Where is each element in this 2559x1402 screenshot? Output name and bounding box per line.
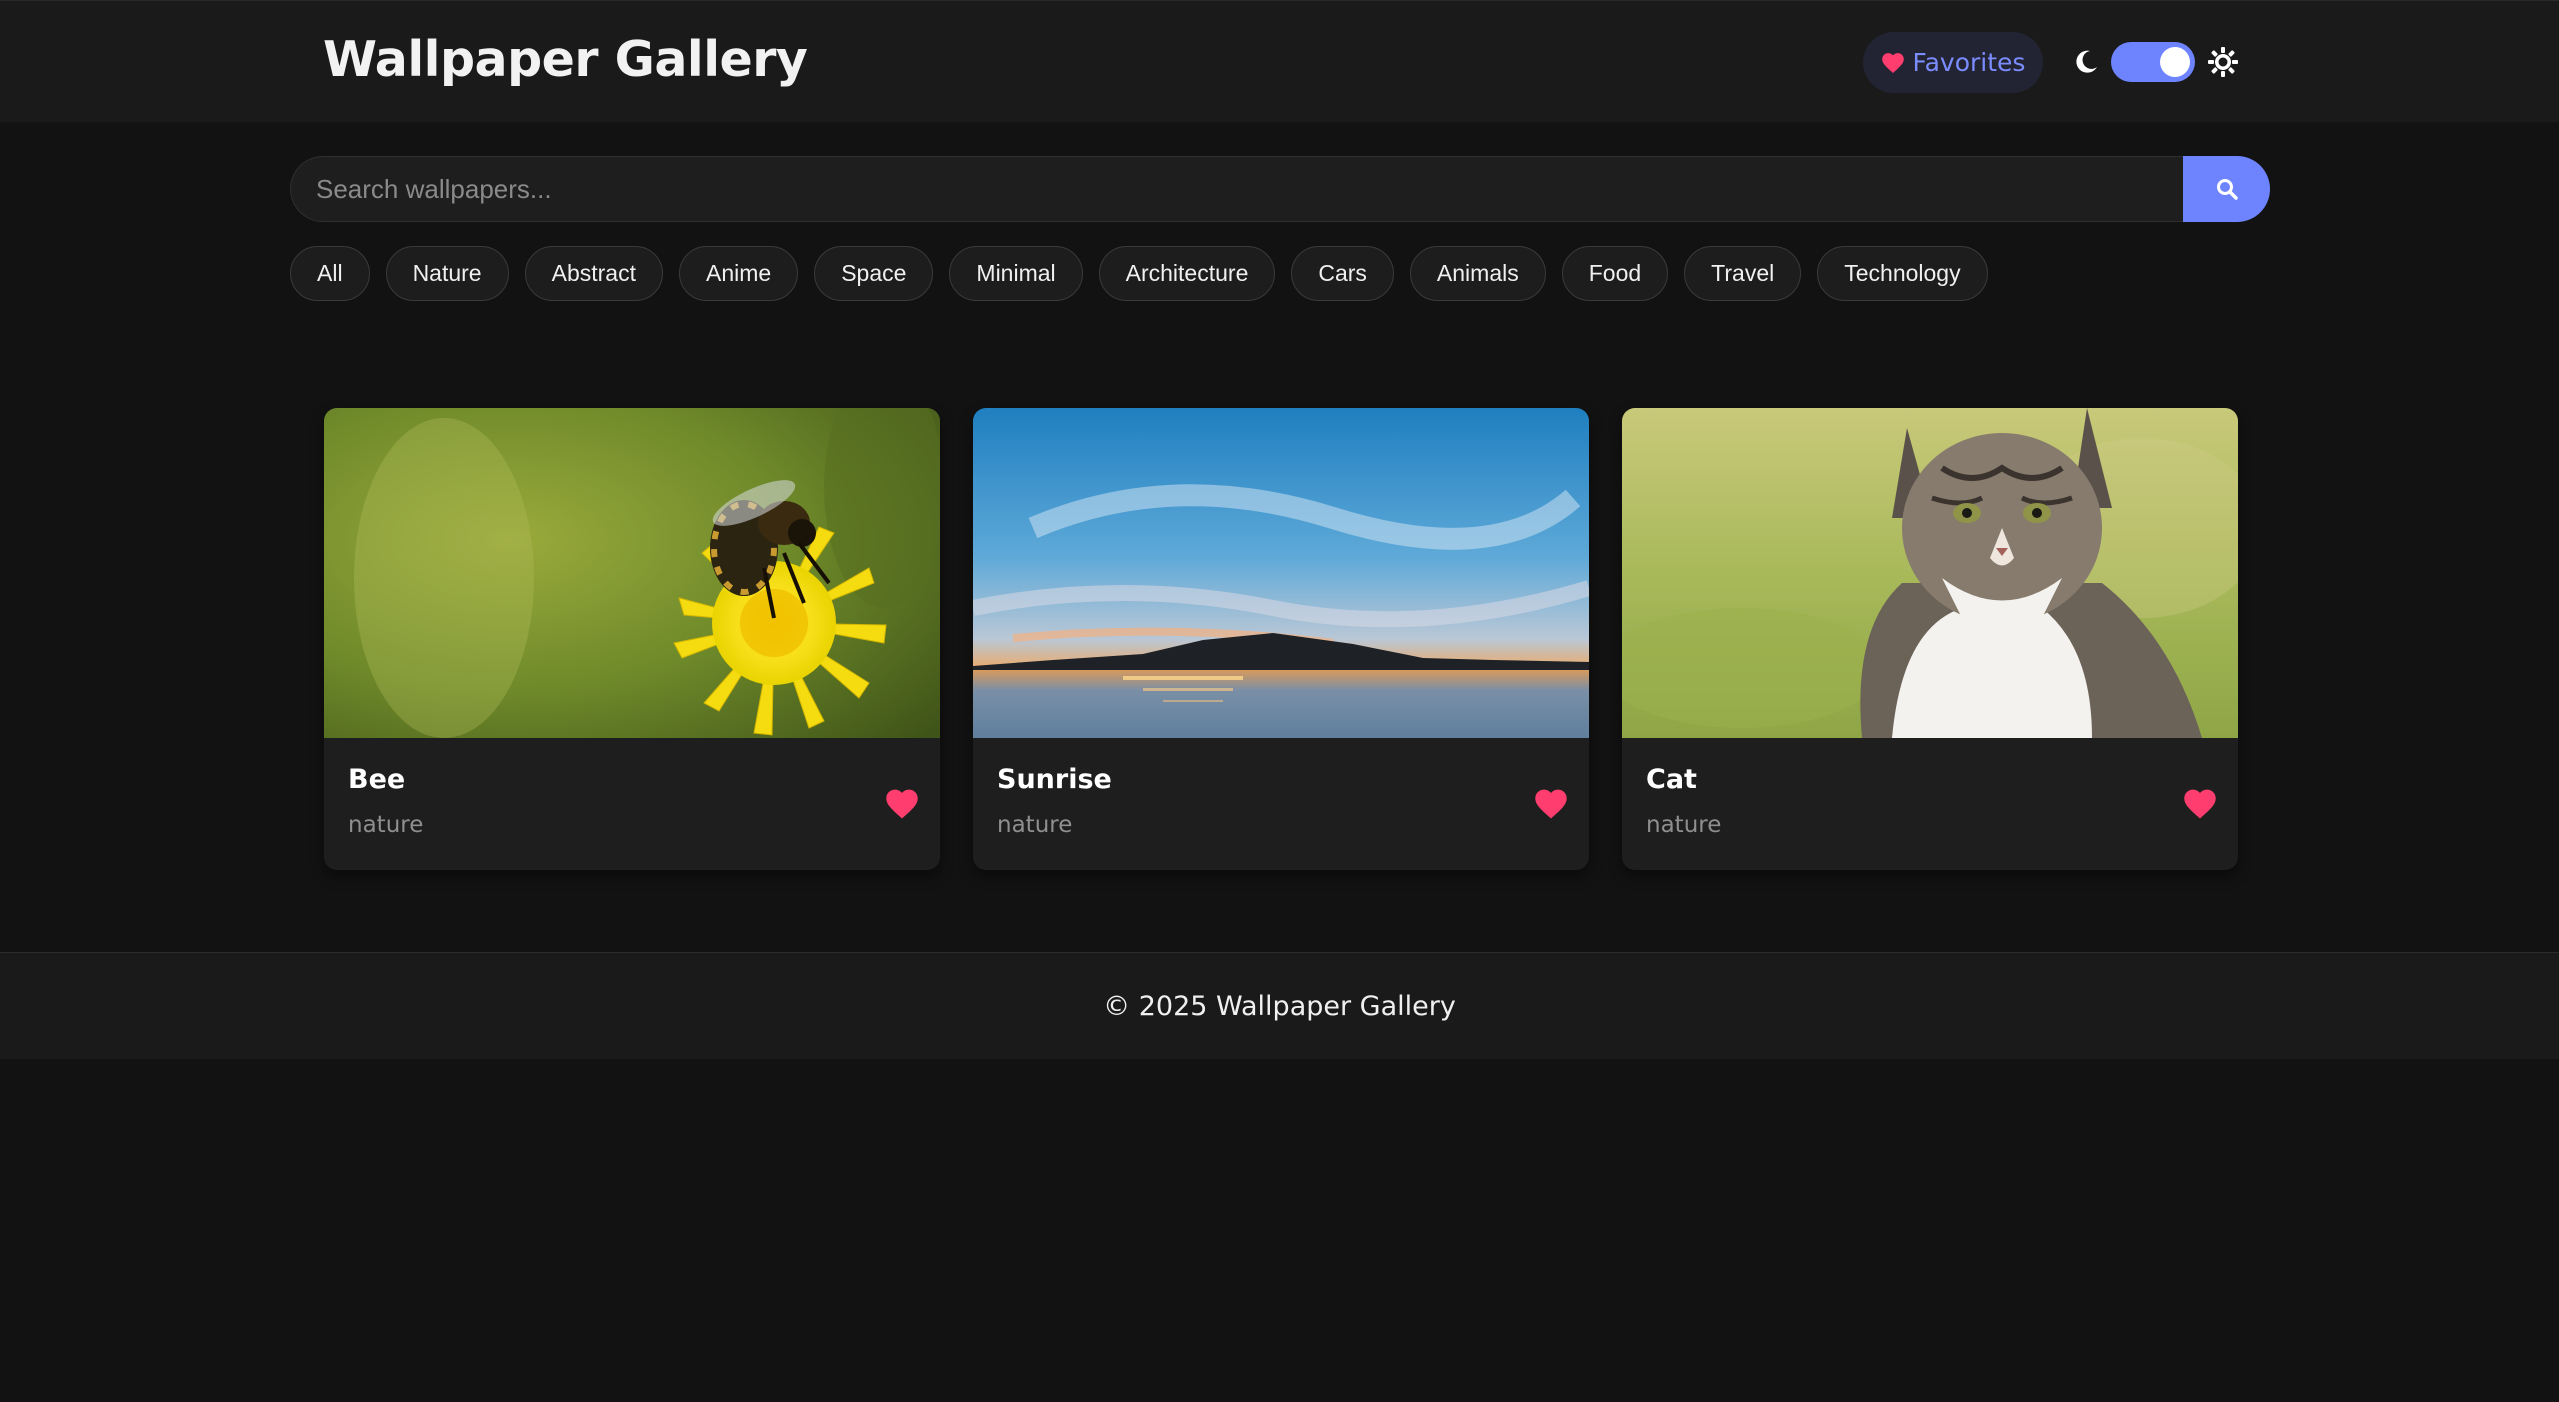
heart-icon[interactable]: [1533, 788, 1569, 820]
toggle-knob: [2160, 47, 2190, 77]
moon-icon: [2076, 50, 2097, 73]
category-chip-travel[interactable]: Travel: [1684, 246, 1802, 301]
wallpaper-grid: Bee nature Sunrise nature Cat nature: [324, 408, 2238, 870]
wallpaper-image-bee[interactable]: [324, 408, 940, 738]
category-chip-technology[interactable]: Technology: [1817, 246, 1988, 301]
card-title: Cat: [1646, 764, 1697, 795]
wallpaper-image-sunrise[interactable]: [973, 408, 1589, 738]
heart-icon: [1881, 52, 1904, 73]
wallpaper-card-bee[interactable]: Bee nature: [324, 408, 940, 870]
category-chip-space[interactable]: Space: [814, 246, 934, 301]
footer-copyright: © 2025 Wallpaper Gallery: [1103, 990, 1456, 1022]
favorites-label: Favorites: [1912, 48, 2026, 77]
card-title: Sunrise: [997, 764, 1112, 795]
category-chip-abstract[interactable]: Abstract: [524, 246, 663, 301]
wallpaper-image-cat[interactable]: [1622, 408, 2238, 738]
category-chip-nature[interactable]: Nature: [385, 246, 509, 301]
category-chip-cars[interactable]: Cars: [1291, 246, 1394, 301]
category-chip-animals[interactable]: Animals: [1409, 246, 1546, 301]
theme-toggle[interactable]: [2111, 42, 2195, 82]
category-chip-anime[interactable]: Anime: [678, 246, 799, 301]
heart-icon[interactable]: [2182, 788, 2218, 820]
category-filters: All Nature Abstract Anime Space Minimal …: [290, 246, 1988, 301]
page-footer: © 2025 Wallpaper Gallery: [0, 952, 2559, 1059]
search-input[interactable]: [290, 156, 2184, 222]
favorites-button[interactable]: Favorites: [1863, 32, 2043, 93]
sun-icon: [2208, 47, 2238, 77]
search-icon: [2216, 179, 2238, 200]
card-category: nature: [1646, 812, 1722, 838]
card-title: Bee: [348, 764, 406, 795]
heart-icon[interactable]: [884, 788, 920, 820]
site-title: Wallpaper Gallery: [323, 31, 808, 88]
top-header: Wallpaper Gallery Favorites: [0, 0, 2559, 122]
wallpaper-card-cat[interactable]: Cat nature: [1622, 408, 2238, 870]
category-chip-minimal[interactable]: Minimal: [949, 246, 1083, 301]
card-category: nature: [997, 812, 1073, 838]
card-category: nature: [348, 812, 424, 838]
category-chip-architecture[interactable]: Architecture: [1098, 246, 1276, 301]
category-chip-food[interactable]: Food: [1561, 246, 1669, 301]
wallpaper-card-sunrise[interactable]: Sunrise nature: [973, 408, 1589, 870]
search-bar: [290, 156, 2270, 222]
search-button[interactable]: [2183, 156, 2270, 222]
category-chip-all[interactable]: All: [290, 246, 370, 301]
